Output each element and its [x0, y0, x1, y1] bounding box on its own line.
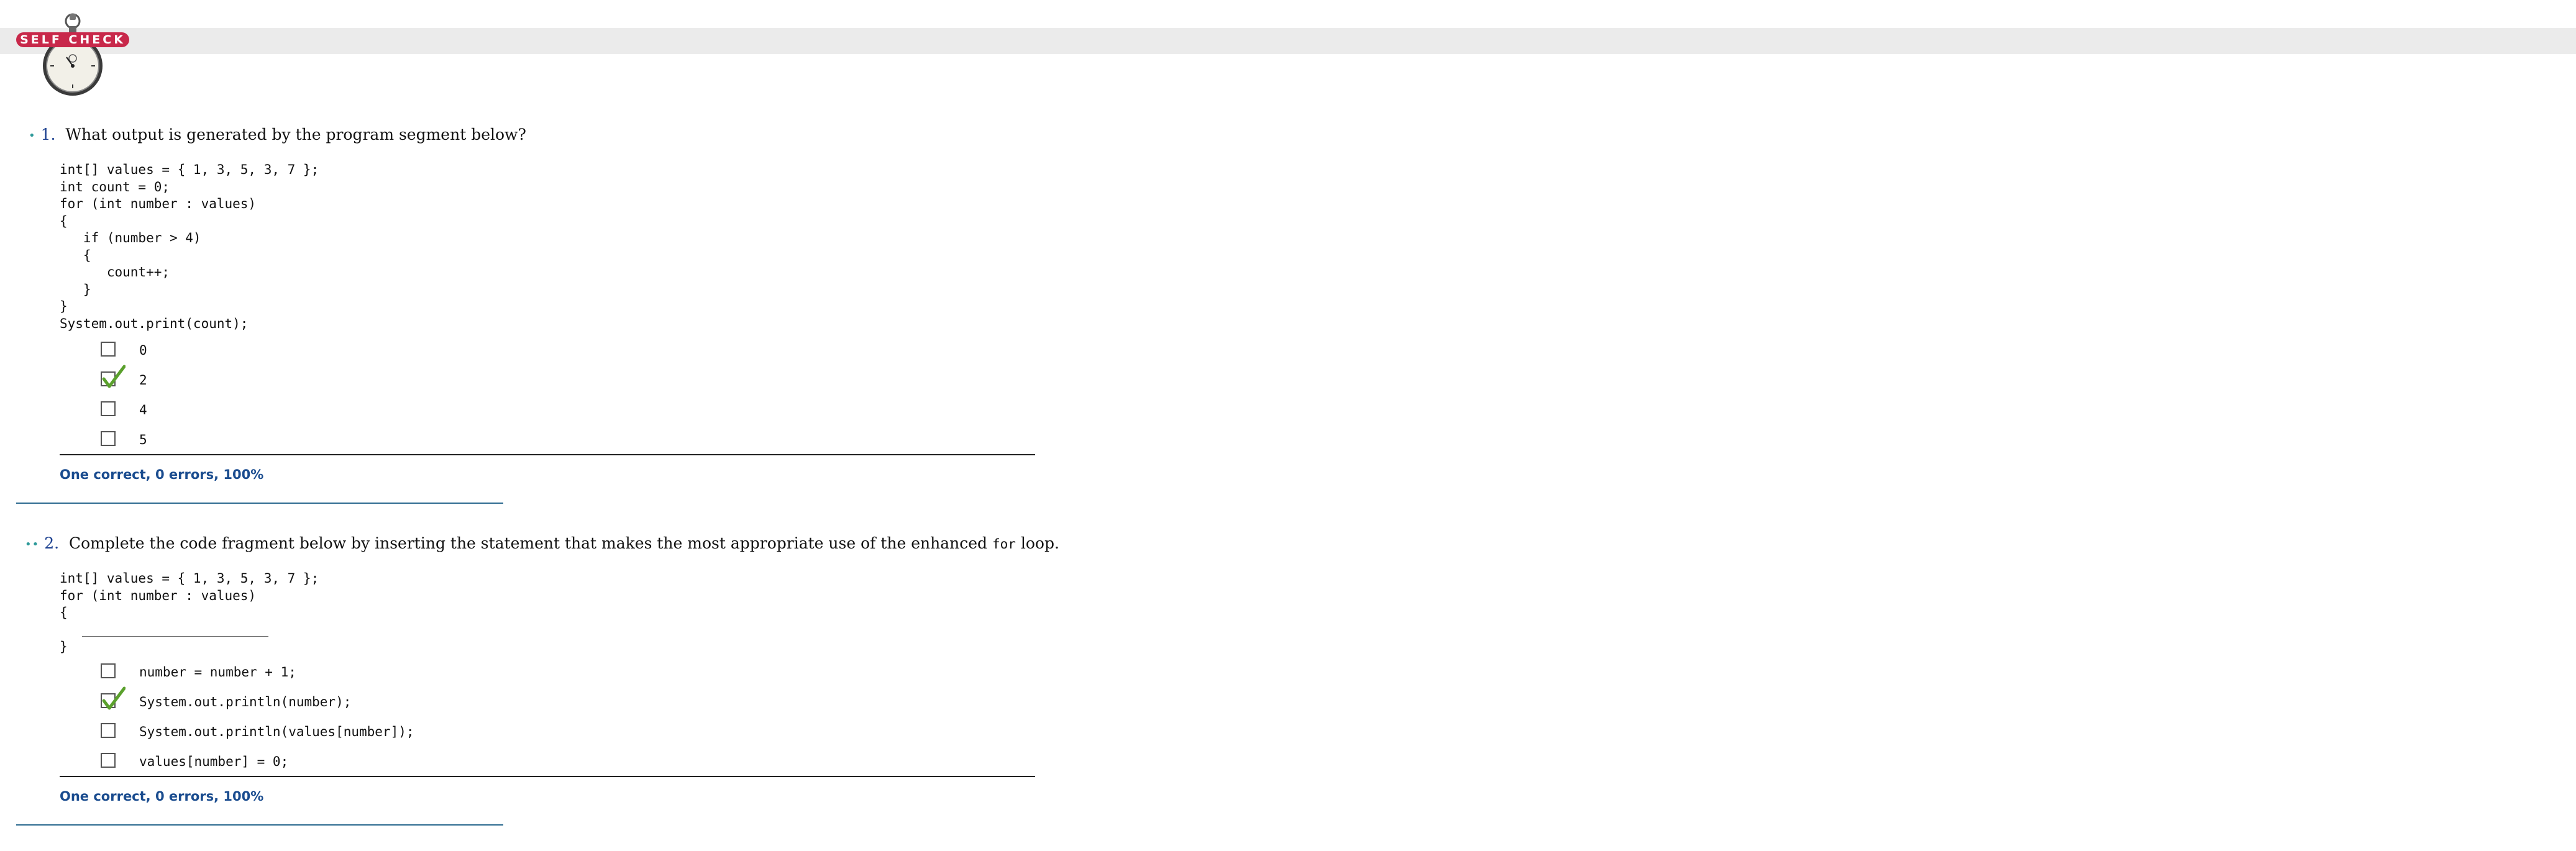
question-2-prompt: •• 2. Complete the code fragment below b…	[25, 534, 1059, 552]
option-label: number = number + 1;	[139, 665, 296, 680]
option-checkbox[interactable]	[101, 753, 116, 768]
question-1-divider	[60, 454, 1035, 455]
option-label: System.out.println(values[number]);	[139, 724, 414, 739]
option-label: values[number] = 0;	[139, 754, 289, 769]
option-label: 2	[139, 373, 147, 388]
stopwatch-icon	[43, 13, 103, 96]
question-2-result: One correct, 0 errors, 100%	[60, 789, 264, 804]
option-label: System.out.println(number);	[139, 694, 352, 709]
question-2-code: int[] values = { 1, 3, 5, 3, 7 }; for (i…	[60, 571, 319, 620]
question-separator	[16, 824, 503, 826]
question-2-divider	[60, 776, 1035, 777]
option-checkbox[interactable]	[101, 723, 116, 738]
question-1-number: 1.	[40, 125, 56, 143]
option-checkbox[interactable]	[101, 342, 116, 357]
check-mark-icon	[102, 686, 126, 710]
question-2-text: Complete the code fragment below by inse…	[69, 534, 1059, 552]
option-label: 5	[139, 432, 147, 447]
question-1-difficulty: •	[29, 129, 36, 142]
question-1-prompt: • 1. What output is generated by the pro…	[29, 125, 526, 143]
option-label: 0	[139, 343, 147, 358]
question-2-number: 2.	[44, 534, 60, 552]
code-blank-line	[82, 636, 268, 637]
check-mark-icon	[102, 365, 126, 388]
question-1-result: One correct, 0 errors, 100%	[60, 467, 264, 482]
question-1-code: int[] values = { 1, 3, 5, 3, 7 }; int co…	[60, 162, 319, 331]
option-checkbox[interactable]	[101, 401, 116, 416]
question-separator	[16, 503, 503, 504]
self-check-badge: SELF CHECK	[16, 32, 129, 47]
top-bar	[0, 28, 2576, 54]
self-check-logo: SELF CHECK	[14, 9, 132, 96]
question-1-text: What output is generated by the program …	[65, 125, 526, 143]
option-label: 4	[139, 403, 147, 417]
question-2-code-end: }	[60, 639, 68, 654]
question-2-difficulty: ••	[25, 538, 40, 551]
option-checkbox[interactable]	[101, 431, 116, 446]
option-checkbox[interactable]	[101, 663, 116, 678]
